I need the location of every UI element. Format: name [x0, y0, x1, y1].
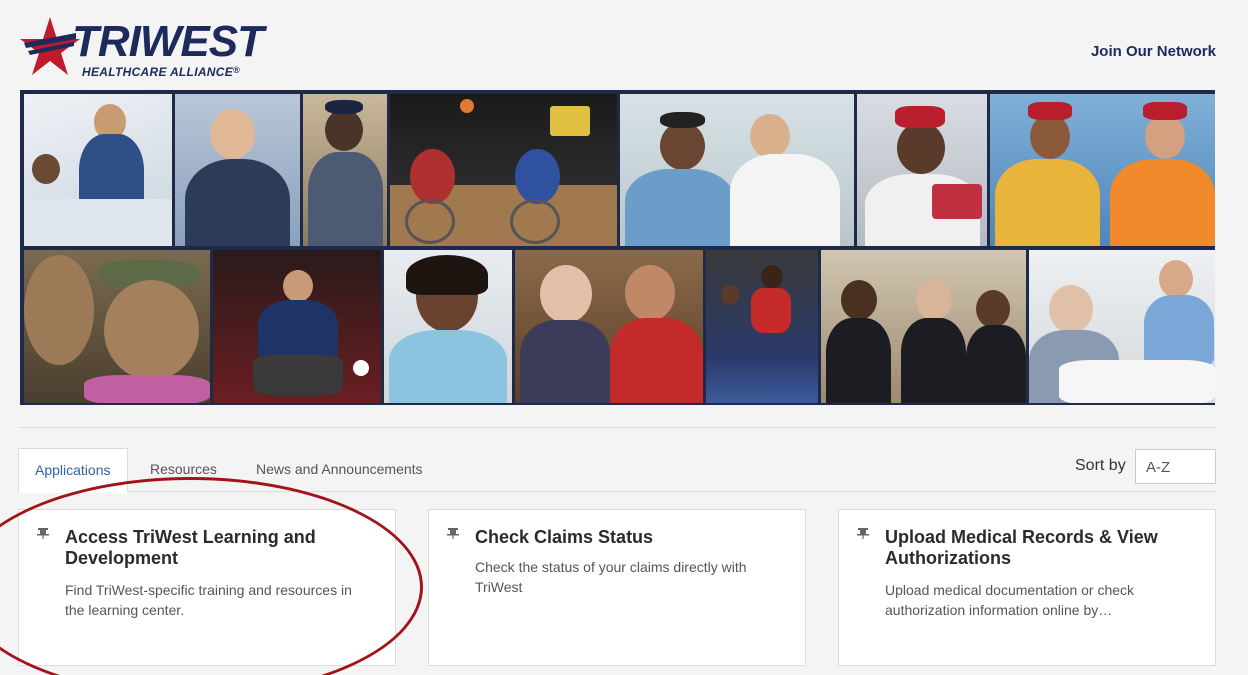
tab-bar: Applications Resources News and Announce… — [18, 448, 1216, 493]
tab-applications[interactable]: Applications — [18, 448, 128, 493]
card-title[interactable]: Check Claims Status — [475, 527, 785, 548]
sort-by-label: Sort by — [1075, 457, 1126, 474]
join-our-network-link[interactable]: Join Our Network — [1091, 43, 1216, 60]
tab-news-and-announcements[interactable]: News and Announcements — [240, 448, 439, 492]
card-upload-medical-records[interactable]: Upload Medical Records & View Authorizat… — [838, 509, 1216, 666]
tab-resources[interactable]: Resources — [134, 448, 233, 492]
card-title[interactable]: Upload Medical Records & View Authorizat… — [885, 527, 1195, 569]
pin-icon[interactable] — [37, 526, 49, 542]
card-title[interactable]: Access TriWest Learning and Development — [65, 527, 375, 569]
card-description: Upload medical documentation or check au… — [885, 582, 1135, 618]
sort-select[interactable]: A-Z — [1135, 449, 1216, 484]
pin-icon[interactable] — [447, 526, 459, 542]
card-access-triwest-learning[interactable]: Access TriWest Learning and Development … — [18, 509, 396, 666]
card-check-claims-status[interactable]: Check Claims Status Check the status of … — [428, 509, 806, 666]
pin-icon[interactable] — [857, 526, 869, 542]
photo-collage-image — [20, 90, 1215, 405]
card-description: Find TriWest-specific training and resou… — [65, 582, 352, 618]
logo-tagline: HEALTHCARE ALLIANCE® — [82, 65, 240, 79]
triwest-logo[interactable]: TRIWEST HEALTHCARE ALLIANCE® — [18, 15, 278, 85]
logo-wordmark: TRIWEST — [72, 17, 264, 66]
section-divider — [18, 427, 1216, 428]
card-description: Check the status of your claims directly… — [475, 559, 747, 595]
